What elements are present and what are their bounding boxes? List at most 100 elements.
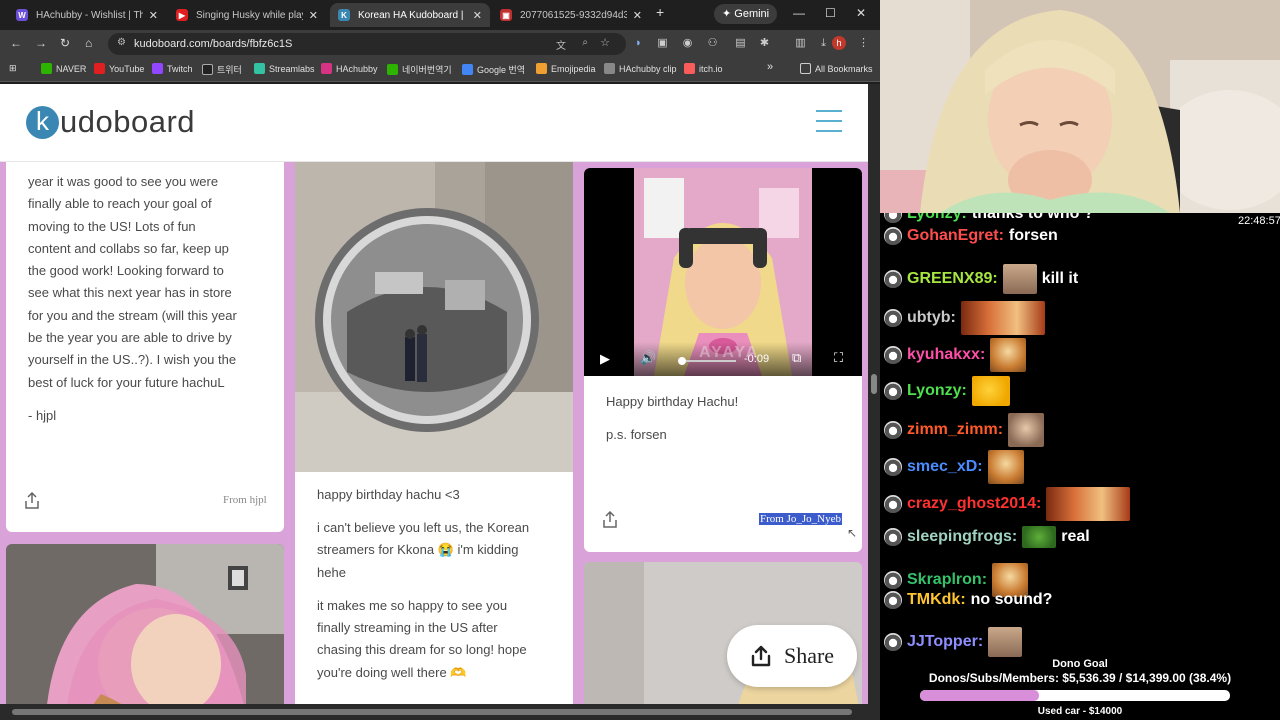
- chat-text: no sound?: [970, 591, 1053, 608]
- chat-username[interactable]: GREENX89:: [907, 270, 998, 288]
- chat-username[interactable]: ubtyb:: [907, 309, 956, 327]
- tab-youtube[interactable]: ▶ Singing Husky while playing p ✕: [168, 3, 326, 27]
- maximize-icon[interactable]: ☐: [825, 6, 836, 20]
- extensions-icon[interactable]: ✱: [758, 37, 771, 50]
- bookmark-naver[interactable]: NAVER: [41, 63, 86, 74]
- extension-2-icon[interactable]: ▣: [656, 37, 669, 50]
- message-line: content and collabs so far, keep up: [28, 240, 229, 256]
- chat-username[interactable]: sleepingfrogs:: [907, 528, 1017, 546]
- google-translate-icon: [462, 64, 473, 75]
- bookmark-emojipedia[interactable]: Emojipedia: [536, 63, 596, 74]
- chat-username[interactable]: Skraplron:: [907, 571, 987, 589]
- all-bookmarks-button[interactable]: All Bookmarks: [800, 63, 873, 74]
- zoom-icon[interactable]: ⌕: [582, 37, 588, 48]
- image-favicon-icon: ▣: [500, 9, 512, 21]
- new-tab-button[interactable]: +: [656, 4, 664, 20]
- message-line: hehe: [317, 564, 346, 580]
- bookmark-label: NAVER: [56, 63, 87, 74]
- message-line: it makes me so happy to see you: [317, 597, 508, 613]
- card-from: From hjpl: [223, 494, 267, 506]
- volume-icon[interactable]: 🔊: [640, 350, 656, 366]
- tab-image[interactable]: ▣ 2077061525-9332d94d362c3 ✕: [492, 3, 650, 27]
- scrollbar-thumb[interactable]: [871, 374, 877, 394]
- bookmark-youtube[interactable]: YouTube: [94, 63, 144, 74]
- goal-progress-fill: [920, 690, 1040, 701]
- bookmark-label: itch.io: [699, 63, 723, 74]
- kudoboard-logo-text[interactable]: udoboard: [60, 104, 195, 140]
- chat-username[interactable]: smec_xD:: [907, 458, 983, 476]
- video-scrubber[interactable]: [678, 357, 686, 365]
- hscroll-thumb[interactable]: [12, 709, 852, 715]
- bookmark-hachubby[interactable]: HAchubby: [321, 63, 378, 74]
- message-line: be the year you are able to drive by: [28, 330, 232, 346]
- bookmark-streamlabs[interactable]: Streamlabs: [254, 63, 315, 74]
- chat-username[interactable]: zimm_zimm:: [907, 421, 1003, 439]
- profile-avatar[interactable]: h: [832, 36, 846, 50]
- close-tab-icon[interactable]: ✕: [633, 9, 642, 22]
- gemini-button[interactable]: ✦ Gemini: [714, 4, 778, 24]
- bookmark-star-icon[interactable]: ☆: [600, 36, 610, 49]
- chat-text: real: [1061, 528, 1090, 545]
- address-bar[interactable]: ⚙ kudoboard.com/boards/fbfz6c1S 文 ⌕ ☆: [108, 33, 626, 55]
- extension-3-icon[interactable]: ◉: [681, 37, 694, 50]
- fullscreen-icon[interactable]: ⛶: [834, 350, 843, 366]
- picture-in-picture-icon[interactable]: ⧉: [792, 350, 801, 366]
- hamburger-menu-icon[interactable]: [816, 110, 842, 134]
- emojipedia-icon: [536, 63, 547, 74]
- chat-username[interactable]: crazy_ghost2014:: [907, 495, 1041, 513]
- extension-5-icon[interactable]: ▤: [734, 37, 747, 50]
- chat-message: zimm_zimm:: [884, 413, 1045, 447]
- chat-username[interactable]: kyuhakxx:: [907, 346, 985, 364]
- bookmark-hachubby-clip[interactable]: HAchubby clip: [604, 63, 677, 74]
- extension-4-icon[interactable]: ⚇: [706, 37, 719, 50]
- bookmarks-overflow-icon[interactable]: »: [767, 61, 773, 73]
- close-tab-icon[interactable]: ✕: [149, 9, 158, 22]
- video-player[interactable]: ▶ 🔊 AYAYA -0:09 ⧉ ⛶: [584, 168, 862, 376]
- bookmark-twitter[interactable]: 트위터: [202, 63, 242, 76]
- chat-username[interactable]: GohanEgret:: [907, 227, 1004, 245]
- card-share-icon[interactable]: [24, 492, 40, 510]
- close-tab-icon[interactable]: ✕: [473, 9, 482, 22]
- itchio-icon: [684, 63, 695, 74]
- back-icon[interactable]: ←: [10, 36, 22, 50]
- play-icon[interactable]: ▶: [600, 351, 610, 367]
- bookmark-naver-translate[interactable]: 네이버번역기: [387, 63, 452, 76]
- kudoboard-logo-icon[interactable]: k: [26, 106, 59, 139]
- bookmark-twitch[interactable]: Twitch: [152, 63, 193, 74]
- close-tab-icon[interactable]: ✕: [309, 9, 318, 22]
- message-line: finally streaming in the US after: [317, 620, 498, 636]
- tab-throne[interactable]: W HAchubby - Wishlist | Throne ✕: [8, 3, 166, 27]
- chat-username[interactable]: JJTopper:: [907, 633, 983, 651]
- translate-icon[interactable]: 文: [556, 37, 566, 52]
- goal-footer: Used car - $14000: [1037, 706, 1123, 717]
- bookmark-google-translate[interactable]: Google 번역: [462, 63, 525, 76]
- minimize-icon[interactable]: —: [793, 6, 805, 20]
- share-button[interactable]: Share: [727, 625, 857, 687]
- vertical-scrollbar[interactable]: [868, 84, 880, 704]
- throne-favicon-icon: W: [16, 9, 28, 21]
- tab-kudoboard[interactable]: K Korean HA Kudoboard | Kudo ✕: [330, 3, 490, 27]
- close-window-icon[interactable]: ✕: [856, 6, 866, 20]
- home-icon[interactable]: ⌂: [85, 36, 92, 50]
- sidepanel-icon[interactable]: ▥: [794, 37, 807, 50]
- chat-message: crazy_ghost2014:: [884, 487, 1131, 521]
- extension-1-icon[interactable]: ◗: [632, 37, 645, 50]
- horizontal-scrollbar[interactable]: [0, 704, 880, 720]
- bookmark-itchio[interactable]: itch.io: [684, 63, 723, 74]
- kudoboard-favicon-icon: K: [338, 9, 350, 21]
- message-line: chasing this dream for so long! hope: [317, 642, 527, 658]
- menu-kebab-icon[interactable]: ⋮: [857, 37, 870, 50]
- download-icon[interactable]: ⤓: [817, 37, 830, 50]
- reload-icon[interactable]: ↻: [60, 36, 70, 50]
- url-text: kudoboard.com/boards/fbfz6c1S: [134, 38, 293, 50]
- apps-icon[interactable]: ⊞: [9, 63, 17, 74]
- kudo-card-photo: [6, 544, 284, 704]
- site-info-icon[interactable]: ⚙: [117, 37, 126, 48]
- chat-username[interactable]: Lyonzy:: [907, 382, 967, 400]
- forward-icon[interactable]: →: [35, 36, 47, 50]
- card-share-icon[interactable]: [602, 511, 618, 529]
- chat-username[interactable]: TMKdk:: [907, 591, 966, 609]
- message-line: i can't believe you left us, the Korean: [317, 520, 530, 535]
- chat-message: smec_xD:: [884, 450, 1024, 484]
- all-bookmarks-label: All Bookmarks: [815, 63, 873, 74]
